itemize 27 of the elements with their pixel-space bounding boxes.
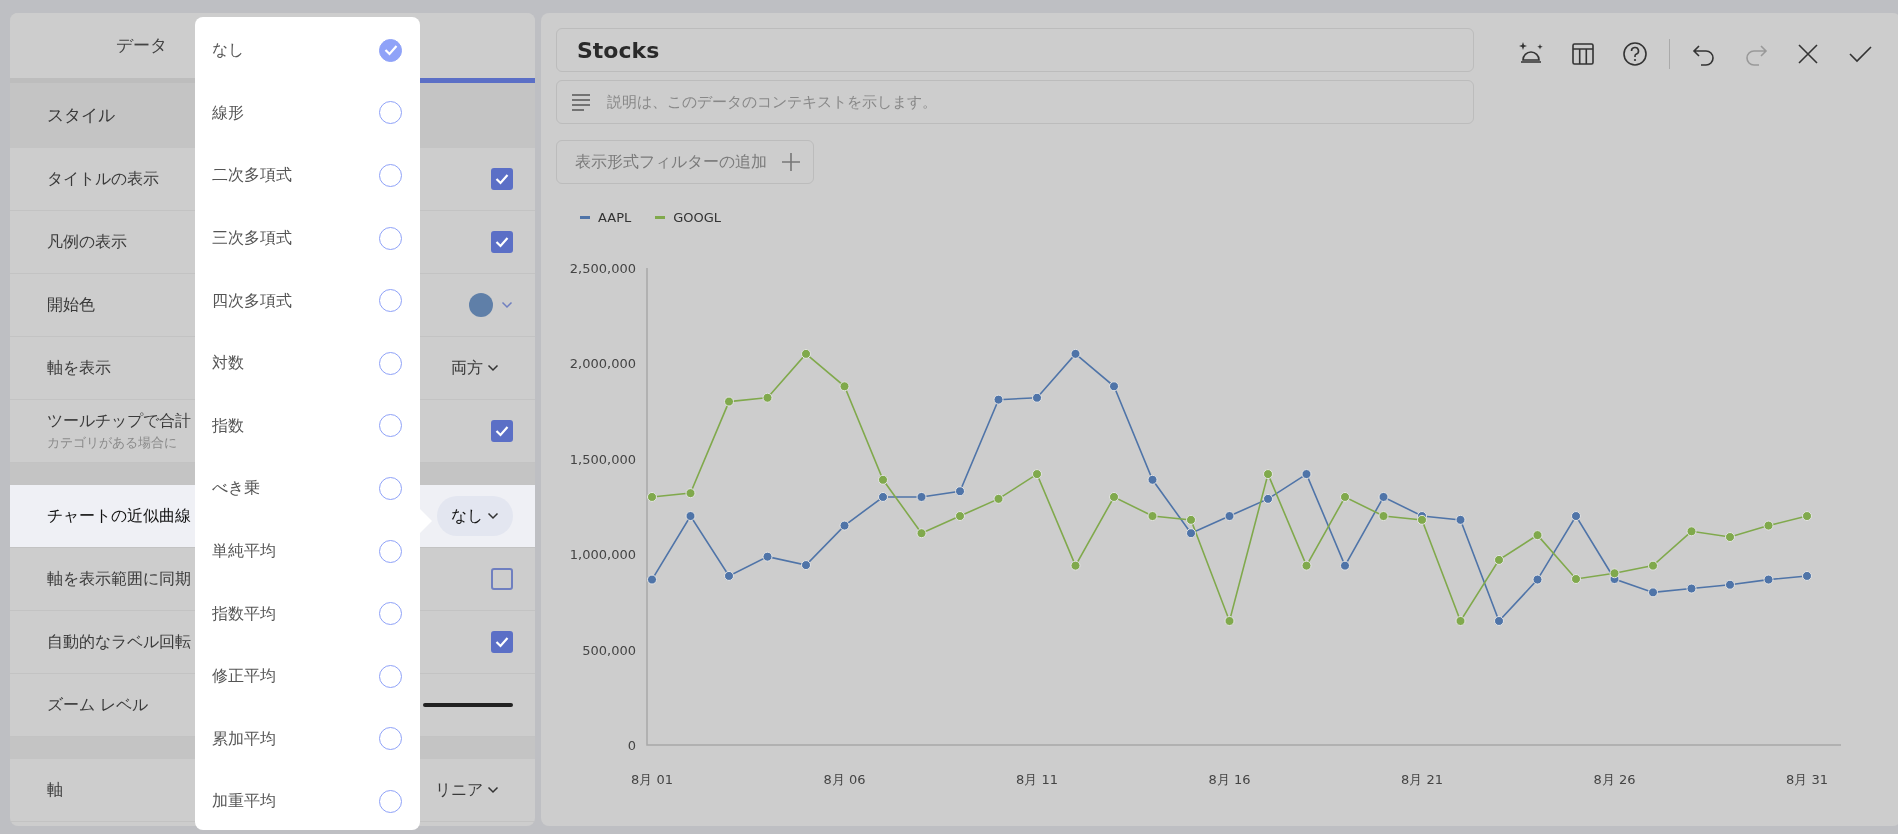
setting-label: 軸を表示範囲に同期 [47, 568, 191, 590]
y-tick-label: 2,000,000 [569, 355, 636, 371]
x-tick-label: 8月 11 [1016, 771, 1058, 787]
section-heading: スタイル [47, 103, 115, 127]
setting-label: 軸 [47, 779, 63, 801]
setting-label: チャートの近似曲線 [47, 505, 191, 527]
setting-label: ズーム レベル [47, 694, 149, 716]
x-tick-label: 8月 16 [1208, 771, 1251, 787]
setting-label: タイトルの表示 [47, 168, 159, 190]
legend-label: AAPL [598, 209, 632, 227]
x-tick-label: 8月 06 [823, 771, 866, 787]
y-tick-label: 1,500,000 [569, 451, 636, 467]
x-tick-label: 8月 31 [1786, 771, 1828, 787]
x-tick-label: 8月 01 [631, 771, 673, 787]
setting-label: ツールチップで合計 [47, 410, 191, 433]
legend-label: GOOGL [673, 209, 722, 227]
x-tick-label: 8月 21 [1401, 771, 1443, 787]
setting-label: 開始色 [47, 294, 95, 316]
setting-label: 軸を表示 [47, 357, 111, 379]
setting-hint: カテゴリがある場合に [47, 434, 178, 453]
setting-label: 自動的なラベル回転 [47, 631, 191, 653]
setting-label: 凡例の表示 [47, 231, 127, 253]
y-tick-label: 0 [627, 737, 636, 753]
y-tick-label: 500,000 [582, 642, 636, 658]
y-tick-label: 2,500,000 [569, 260, 636, 276]
y-tick-label: 1,000,000 [569, 546, 636, 562]
x-tick-label: 8月 26 [1593, 771, 1636, 787]
